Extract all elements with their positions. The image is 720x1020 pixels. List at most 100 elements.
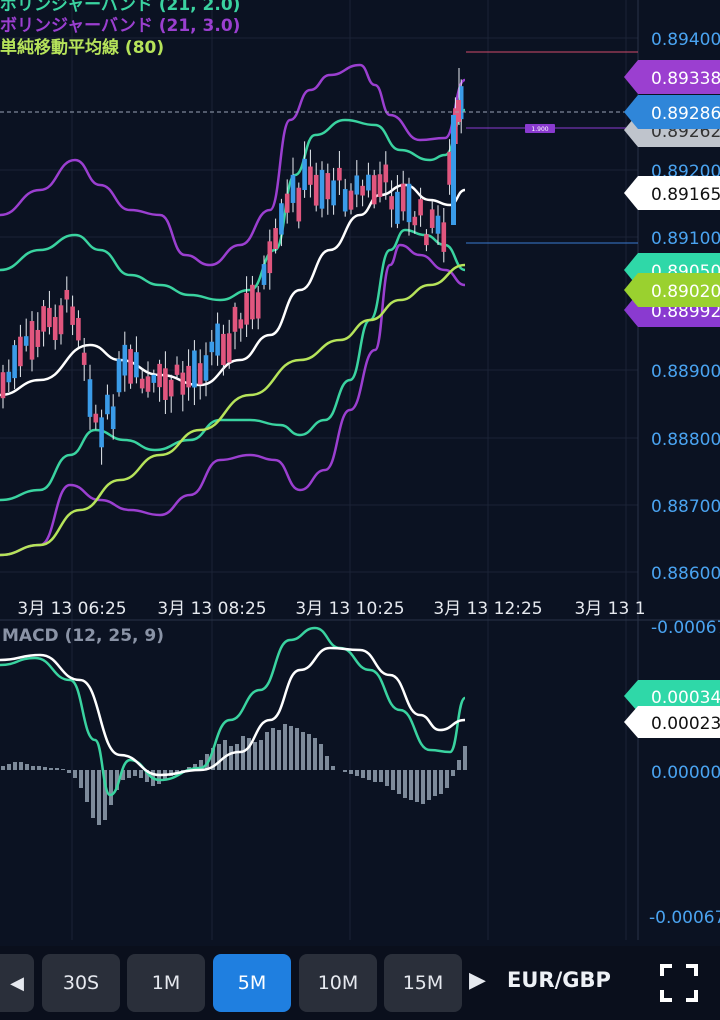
candle-body [284,193,290,213]
y-tick-label: 0.88700 [651,497,720,517]
macd-histogram-bar [439,770,443,794]
macd-histogram-bar [343,770,347,772]
timeframe-scroll-left[interactable]: ◀ [0,954,34,1012]
macd-histogram-bar [109,770,113,805]
macd-tick-label: 0.00000 [651,763,720,783]
candle-body [41,306,46,332]
macd-histogram-bar [355,770,359,776]
candle-body [302,158,307,191]
price-tag-label: 0.89286 [651,104,720,124]
macd-histogram-bar [235,744,239,770]
macd-histogram-bar [295,728,299,770]
candle-body [308,166,313,185]
macd-histogram-bar [427,770,431,800]
candle-body [331,180,336,206]
candle-body [180,372,186,395]
macd-histogram-bar [367,770,371,780]
marker-label: 1.900 [531,126,548,133]
candle-body [435,215,441,234]
candle-body [76,317,81,341]
bollinger-band-2-legend: ボリンジャーバンド (21, 2.0) [0,0,241,15]
macd-histogram-bar [403,770,407,798]
candle-body [163,368,168,400]
macd-histogram-bar [133,770,137,776]
sma-legend: 単純移動平均線 (80) [0,38,165,58]
timeframe-5m-button[interactable]: 5M [213,954,291,1012]
macd-histogram-bar [433,770,437,796]
candle-body [58,305,64,335]
timeframe-1m-button[interactable]: 1M [127,954,205,1012]
timeframe-30s-button[interactable]: 30S [42,954,120,1012]
macd-histogram-bar [55,768,59,770]
macd-histogram-bar [19,762,23,770]
macd-legend: MACD (12, 25, 9) [2,626,165,646]
macd-histogram-bar [265,732,269,770]
macd-histogram-bar [451,770,455,776]
macd-histogram-bar [325,756,329,770]
macd-histogram-bar [37,766,41,770]
candle-body [389,196,394,210]
macd-histogram-bar [307,734,311,770]
macd-histogram-bar [61,769,65,770]
candle-body [157,363,162,388]
candle-body [267,241,273,274]
x-tick-label: 3月 13 06:25 [17,599,126,619]
price-tag-label: 0.89165 [651,185,720,205]
macd-histogram-bar [13,762,17,770]
candle-body [87,379,93,417]
chevron-right-icon[interactable]: ▶ [469,968,486,993]
macd-histogram-bar [67,770,71,773]
candle-body [128,349,133,384]
macd-histogram-bar [49,768,53,770]
candle-body [232,306,238,332]
candle-body [0,372,6,399]
candle-body [81,352,87,365]
candle-body [110,406,116,430]
candle-body [116,358,122,393]
candle-body [325,173,331,200]
candle-body [412,216,418,226]
candle-body [406,183,412,223]
candle-body [255,292,261,319]
candle-body [64,289,70,300]
candle-body [47,307,52,328]
macd-histogram-bar [31,766,35,770]
candle-body [168,379,174,397]
timeframe-10m-button[interactable]: 10M [299,954,377,1012]
y-tick-label: 0.89400 [651,30,720,50]
chevron-left-icon: ◀ [10,972,24,994]
timeframe-15m-button[interactable]: 15M [384,954,462,1012]
macd-histogram-bar [271,728,275,770]
macd-histogram-bar [157,770,161,784]
candle-body [250,284,255,320]
candle-body [261,264,267,285]
fullscreen-icon[interactable] [660,964,698,1002]
candle-body [29,321,35,360]
macd-histogram-bar [373,770,377,782]
x-tick-label: 3月 13 1 [574,599,645,619]
y-tick-label: 0.88600 [651,564,720,584]
macd-histogram-bar [91,770,95,818]
candle-body [209,341,215,353]
macd-histogram-bar [397,770,401,794]
macd-histogram-bar [349,770,353,774]
macd-histogram-bar [217,744,221,770]
macd-histogram-bar [313,738,317,770]
candle-body [337,167,342,181]
timeframe-toolbar: ◀ 30S 1M 5M 10M 15M ▶ EUR/GBP [0,946,720,1020]
price-chart[interactable]: 0.894000.892000.891000.889000.888000.887… [0,0,720,946]
price-tag: 0.89020 [624,273,720,307]
currency-pair-selector[interactable]: EUR/GBP [507,968,611,992]
candle-body [354,175,360,195]
macd-histogram-bar [25,764,29,770]
candle-body [456,100,461,122]
candle-body [360,185,365,196]
macd-tick-label: -0.00067 [649,908,720,928]
y-tick-label: 0.89100 [651,229,720,249]
candle-body [279,203,284,235]
candle-body [12,345,17,379]
macd-histogram-bar [361,770,365,778]
macd-histogram-bar [1,766,5,770]
macd-histogram-bar [73,770,77,778]
macd-tag-label: 0.00023 [651,714,720,734]
